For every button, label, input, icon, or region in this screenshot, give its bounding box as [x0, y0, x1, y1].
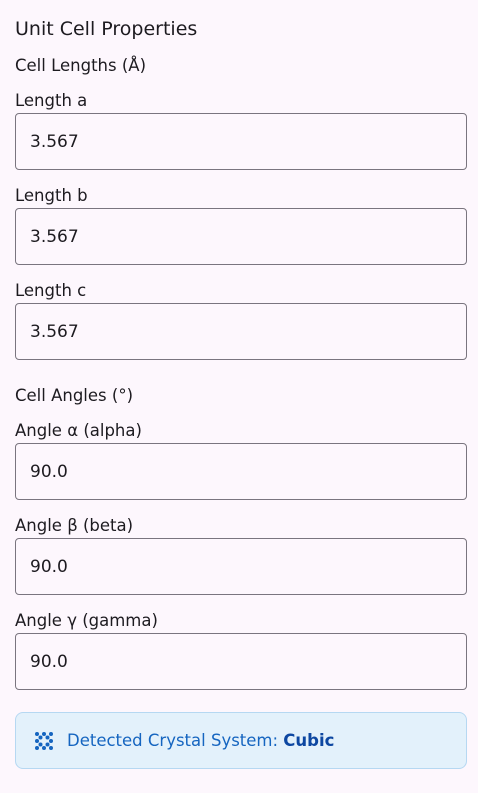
- angle-gamma-input[interactable]: [15, 633, 467, 690]
- length-c-label: Length c: [15, 281, 87, 300]
- length-b-input[interactable]: [15, 208, 467, 265]
- length-a-input[interactable]: [15, 113, 467, 170]
- angle-beta-label: Angle β (beta): [15, 516, 134, 535]
- angle-alpha-label: Angle α (alpha): [15, 421, 142, 440]
- lattice-grid-icon: [34, 731, 54, 751]
- crystal-system-value: Cubic: [283, 731, 335, 750]
- angle-alpha-input[interactable]: [15, 443, 467, 500]
- cell-lengths-heading: Cell Lengths (Å): [15, 56, 147, 75]
- panel-title: Unit Cell Properties: [15, 18, 198, 40]
- angle-gamma-label: Angle γ (gamma): [15, 611, 158, 630]
- crystal-system-status: Detected Crystal System: Cubic: [15, 712, 467, 769]
- crystal-system-text: Detected Crystal System: Cubic: [67, 731, 334, 750]
- angle-beta-input[interactable]: [15, 538, 467, 595]
- length-b-label: Length b: [15, 186, 88, 205]
- length-c-input[interactable]: [15, 303, 467, 360]
- crystal-system-label: Detected Crystal System:: [67, 731, 284, 750]
- length-a-label: Length a: [15, 91, 88, 110]
- cell-angles-heading: Cell Angles (°): [15, 386, 134, 405]
